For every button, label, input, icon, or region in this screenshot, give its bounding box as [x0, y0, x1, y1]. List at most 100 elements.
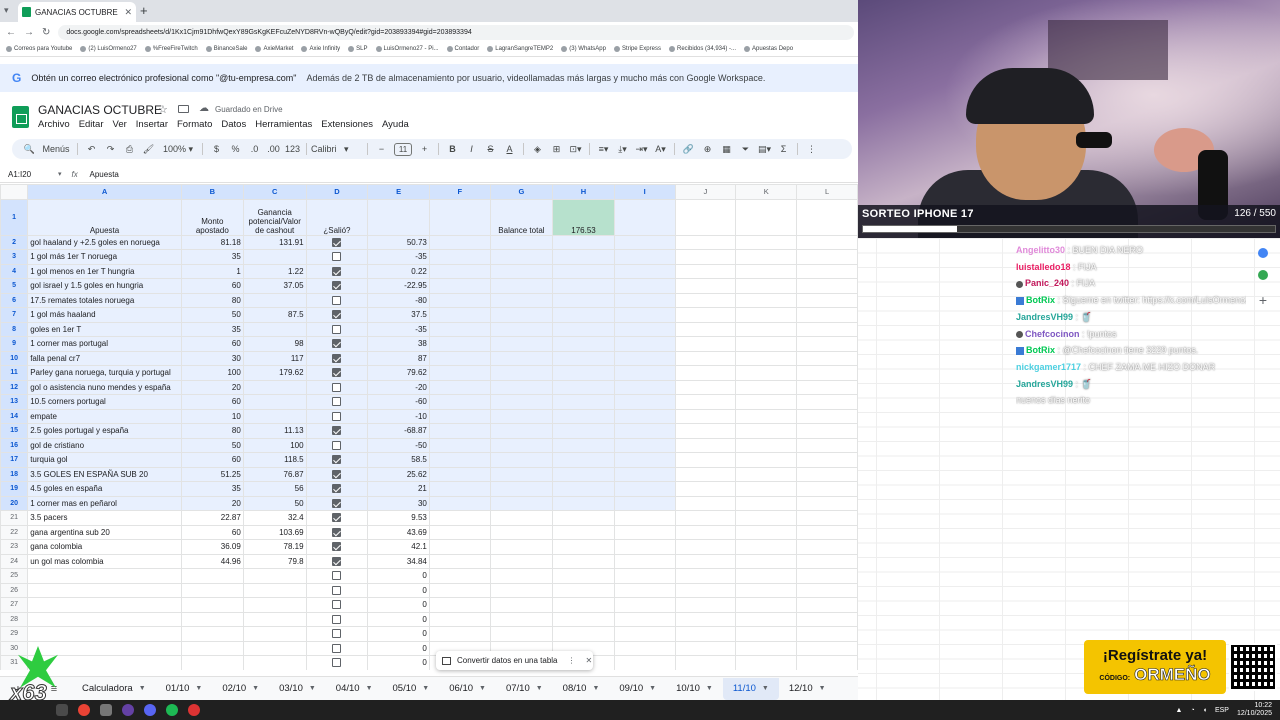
- column-header[interactable]: L: [796, 184, 858, 200]
- cell-apuesta[interactable]: [27, 611, 182, 627]
- cell-monto[interactable]: 20: [180, 495, 244, 511]
- row-header[interactable]: 20: [0, 495, 29, 511]
- cell-g[interactable]: [489, 553, 554, 569]
- cell-i[interactable]: [613, 640, 676, 656]
- column-header[interactable]: H: [552, 184, 615, 200]
- close-tab-icon[interactable]: ✕: [124, 7, 132, 18]
- cell-resultado[interactable]: 30: [367, 495, 430, 511]
- cell-monto[interactable]: [180, 626, 244, 642]
- cell-g[interactable]: [489, 234, 554, 250]
- cell-resultado[interactable]: 9.53: [367, 510, 430, 526]
- cell-resultado[interactable]: 37.5: [367, 307, 430, 323]
- row-header[interactable]: 15: [0, 423, 29, 439]
- sheet-tab[interactable]: 09/10 ▼: [609, 678, 666, 700]
- cell-apuesta[interactable]: goles en 1er T: [27, 321, 182, 337]
- cell-i[interactable]: [613, 495, 676, 511]
- cell-f[interactable]: [428, 249, 491, 265]
- cell-g[interactable]: [489, 336, 554, 352]
- cell-k[interactable]: [735, 452, 798, 468]
- cell-resultado[interactable]: 50.73: [367, 234, 430, 250]
- sheet-tab[interactable]: 02/10 ▼: [212, 678, 269, 700]
- menu-item[interactable]: Formato: [177, 119, 212, 130]
- cell-i[interactable]: [613, 321, 676, 337]
- cell-i[interactable]: [613, 553, 676, 569]
- text-color-icon[interactable]: A: [500, 141, 519, 157]
- cell-g[interactable]: [489, 452, 554, 468]
- cell-f[interactable]: [428, 611, 491, 627]
- spreadsheet-grid[interactable]: ABCDEFGHIJKL 1 Apuesta Monto apostado Ga…: [0, 184, 858, 670]
- cell-l[interactable]: [796, 307, 858, 323]
- cell-monto[interactable]: [180, 582, 244, 598]
- convert-to-table-label[interactable]: Convertir datos en una tabla: [457, 656, 558, 665]
- menu-item[interactable]: Editar: [79, 119, 104, 130]
- cell-monto[interactable]: 44.96: [180, 553, 244, 569]
- cell-apuesta[interactable]: [27, 597, 182, 613]
- cell-salio[interactable]: [305, 350, 369, 366]
- cell-k[interactable]: [735, 336, 798, 352]
- cell-f[interactable]: [428, 321, 491, 337]
- cell-f[interactable]: [428, 365, 491, 381]
- cell-i[interactable]: [613, 278, 676, 294]
- sheet-tab[interactable]: 11/10 ▼: [722, 677, 779, 700]
- cell-apuesta[interactable]: gana argentina sub 20: [27, 524, 182, 540]
- search-menus-icon[interactable]: 🔍: [20, 141, 39, 157]
- cell-g[interactable]: [489, 466, 554, 482]
- insert-comment-icon[interactable]: ⊕: [698, 141, 717, 157]
- cell-resultado[interactable]: 34.84: [367, 553, 430, 569]
- cell-l[interactable]: [796, 626, 858, 642]
- cell-k[interactable]: [735, 466, 798, 482]
- cell-apuesta[interactable]: 1 gol más 1er T noruega: [27, 249, 182, 265]
- cell-j[interactable]: [674, 640, 737, 656]
- cell-j[interactable]: [674, 553, 737, 569]
- cell-i[interactable]: [613, 336, 676, 352]
- cell-l[interactable]: [796, 336, 858, 352]
- cell-g[interactable]: [489, 249, 554, 265]
- cell-ganancia[interactable]: 78.19: [242, 539, 307, 555]
- cell-h[interactable]: [552, 510, 615, 526]
- checkbox-checked[interactable]: [332, 556, 342, 566]
- cell-i[interactable]: [613, 350, 676, 366]
- cell-i[interactable]: [613, 582, 676, 598]
- cell-l[interactable]: [796, 350, 858, 366]
- checkbox-unchecked[interactable]: [332, 440, 342, 450]
- cell-j[interactable]: [674, 481, 737, 497]
- checkbox-unchecked[interactable]: [332, 571, 342, 581]
- sheet-tab-dropdown-icon[interactable]: ▼: [706, 685, 713, 692]
- more-options-icon[interactable]: ⋮: [568, 656, 576, 665]
- cell-salio[interactable]: [305, 278, 369, 294]
- cell-f[interactable]: [428, 452, 491, 468]
- name-box[interactable]: A1:I20: [0, 170, 58, 179]
- cell-salio[interactable]: [305, 234, 369, 250]
- row-header[interactable]: 18: [0, 466, 29, 482]
- cell-monto[interactable]: 60: [180, 336, 244, 352]
- cell-k[interactable]: [735, 582, 798, 598]
- cell-j[interactable]: [674, 568, 737, 584]
- cell-h[interactable]: [552, 321, 615, 337]
- cell-i[interactable]: [613, 307, 676, 323]
- cell-resultado[interactable]: 0: [367, 640, 430, 656]
- cell-apuesta[interactable]: 17.5 remates totales noruega: [27, 292, 182, 308]
- cell-j[interactable]: [674, 379, 737, 395]
- sheet-tab-dropdown-icon[interactable]: ▼: [139, 685, 146, 692]
- cell-k[interactable]: [735, 234, 798, 250]
- cell-l[interactable]: [796, 365, 858, 381]
- cell-apuesta[interactable]: 1 gol más haaland: [27, 307, 182, 323]
- cell-h[interactable]: [552, 539, 615, 555]
- currency-format-button[interactable]: $: [207, 141, 226, 157]
- cell-g[interactable]: [489, 292, 554, 308]
- row-header[interactable]: 26: [0, 582, 29, 598]
- cell-k[interactable]: [735, 408, 798, 424]
- cell-j[interactable]: [674, 524, 737, 540]
- cell-apuesta[interactable]: turquia gol: [27, 452, 182, 468]
- functions-icon[interactable]: Σ: [774, 141, 793, 157]
- cell-salio[interactable]: [305, 510, 369, 526]
- cell-f[interactable]: [428, 539, 491, 555]
- cell-j[interactable]: [674, 321, 737, 337]
- cell-j[interactable]: [674, 423, 737, 439]
- cell-apuesta[interactable]: gol haaland y +2.5 goles en noruega: [27, 234, 182, 250]
- bold-icon[interactable]: B: [443, 141, 462, 157]
- insert-link-icon[interactable]: 🔗: [679, 141, 698, 157]
- cell-f[interactable]: [428, 597, 491, 613]
- cell-salio[interactable]: [305, 379, 369, 395]
- font-size-increase-icon[interactable]: +: [415, 141, 434, 157]
